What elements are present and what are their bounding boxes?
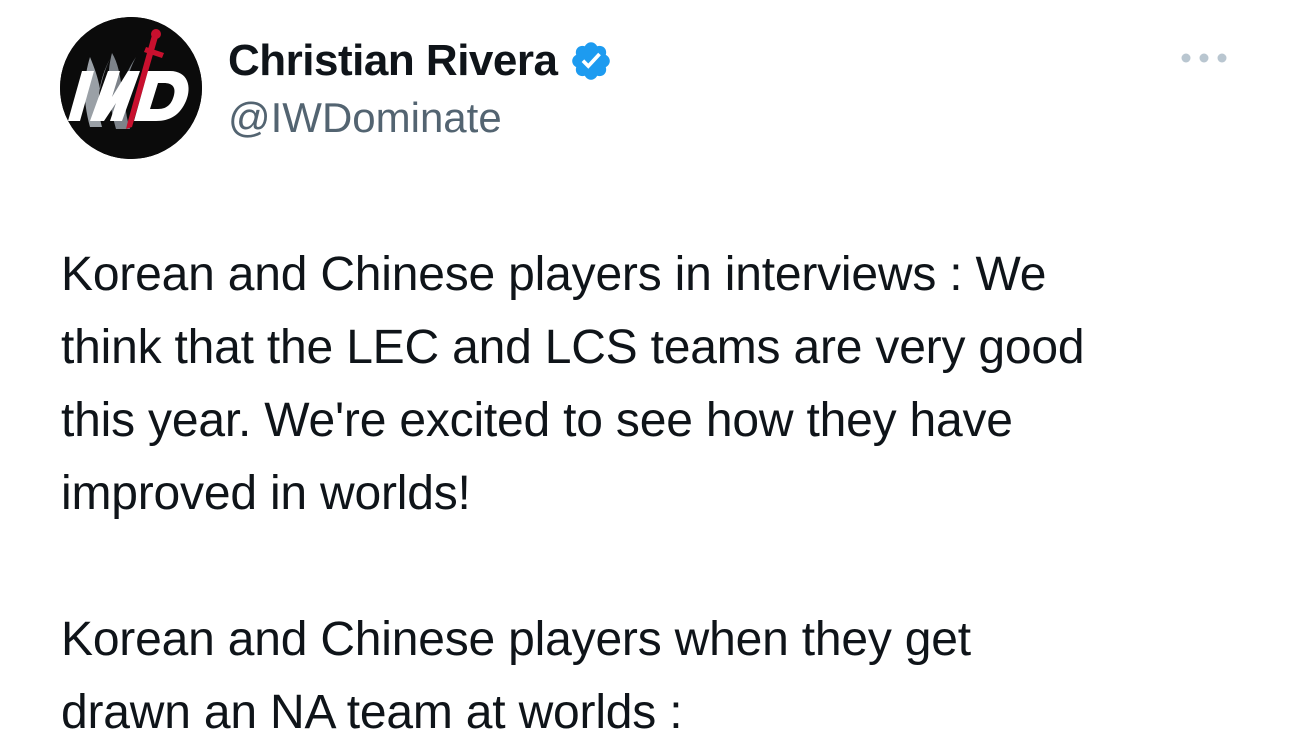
tweet-text-line: this year. We're excited to see how they…: [61, 394, 1013, 447]
tweet-text-line: Korean and Chinese players in interviews…: [61, 248, 1047, 301]
tweet-text-line: think that the LEC and LCS teams are ver…: [61, 321, 1085, 374]
tweet-text-line: Korean and Chinese players when they get: [61, 613, 971, 666]
author-handle[interactable]: @IWDominate: [228, 94, 502, 142]
more-options-icon[interactable]: [1178, 48, 1230, 68]
tweet-text-line: drawn an NA team at worlds :: [61, 686, 683, 739]
tweet-paragraph: Korean and Chinese players in interviews…: [61, 238, 1241, 530]
author-name-row: Christian Rivera: [228, 34, 613, 88]
author-display-name[interactable]: Christian Rivera: [228, 36, 558, 86]
avatar-logo: [60, 17, 202, 159]
tweet-text: Korean and Chinese players in interviews…: [61, 238, 1241, 749]
tweet-paragraph: Korean and Chinese players when they get…: [61, 603, 1241, 749]
tweet-card: Christian Rivera @IWDominate Korean and …: [0, 0, 1290, 754]
verified-badge-icon[interactable]: [569, 39, 613, 83]
tweet-text-line: improved in worlds!: [61, 467, 471, 520]
avatar[interactable]: [60, 17, 202, 159]
